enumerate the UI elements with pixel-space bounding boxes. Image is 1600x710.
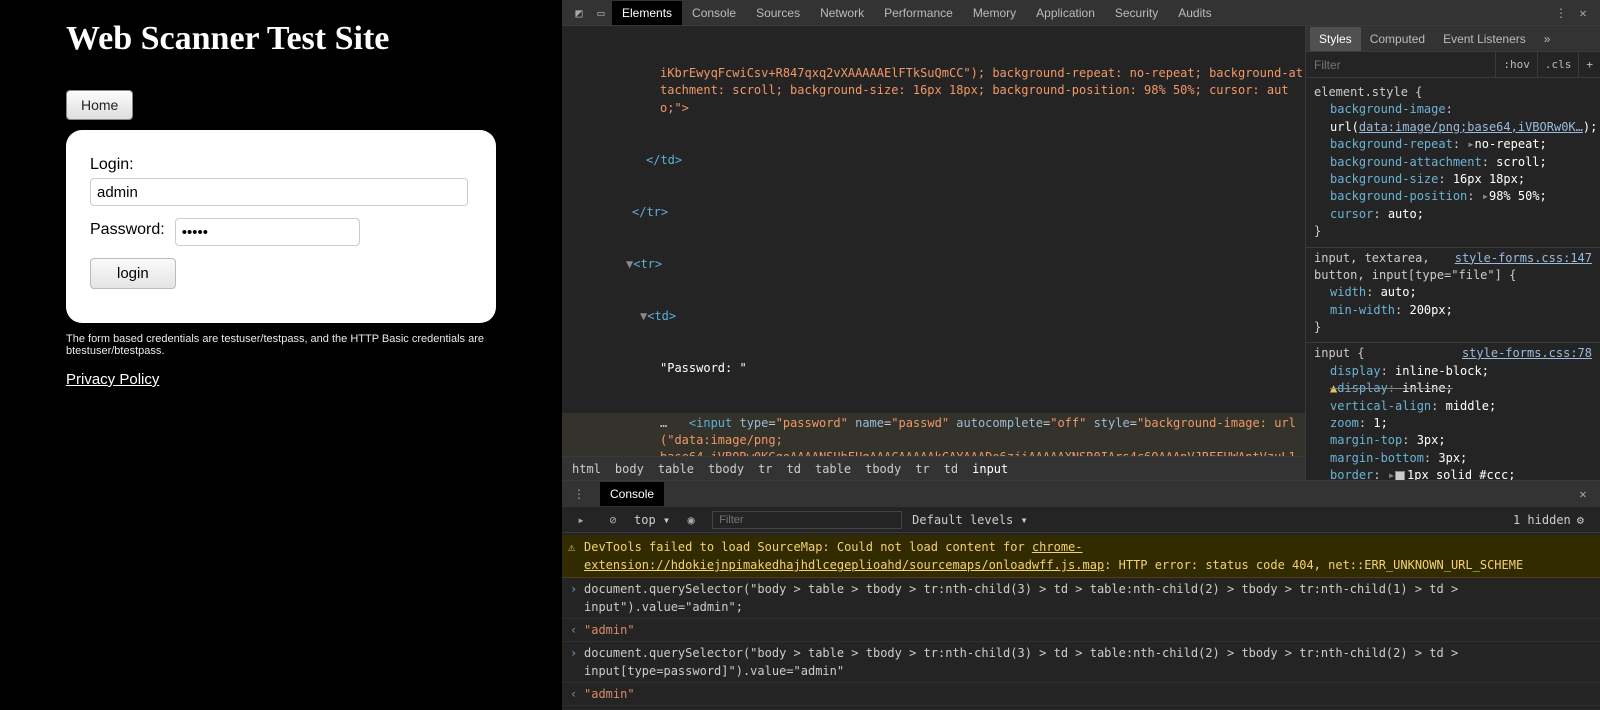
crumb[interactable]: tbody <box>708 462 744 476</box>
device-icon[interactable]: ▭ <box>590 2 612 24</box>
styles-body[interactable]: element.style {background-image: url(dat… <box>1306 78 1600 480</box>
console-drawer: ⋮ Console ✕ ▸ ⊘ top ▾ ◉ Default levels ▾… <box>562 480 1600 710</box>
console-input-line: document.querySelector("body > table > t… <box>562 578 1600 619</box>
crumb[interactable]: table <box>815 462 851 476</box>
dom-text: "Password: " <box>562 360 1305 377</box>
tab-network[interactable]: Network <box>810 1 874 25</box>
kebab-icon[interactable]: ⋮ <box>568 483 590 505</box>
drawer-tabstrip: ⋮ Console ✕ <box>562 481 1600 507</box>
dom-tag: </tr> <box>632 205 668 219</box>
styles-pane: Styles Computed Event Listeners » :hov .… <box>1306 26 1600 480</box>
new-rule-button[interactable]: + <box>1578 52 1600 77</box>
console-input-line: document.querySelector("body > table > t… <box>562 642 1600 683</box>
tab-security[interactable]: Security <box>1105 1 1168 25</box>
styles-tabstrip: Styles Computed Event Listeners » <box>1306 26 1600 52</box>
console-output[interactable]: DevTools failed to load SourceMap: Could… <box>562 533 1600 710</box>
crumb[interactable]: tr <box>915 462 929 476</box>
console-toolbar: ▸ ⊘ top ▾ ◉ Default levels ▾ 1 hidden⚙ <box>562 507 1600 533</box>
login-card: Login: Password: login <box>66 130 496 323</box>
devtools-body: iKbrEwyqFcwiCsv+R847qxq2vXAAAAAElFTkSuQm… <box>562 26 1600 480</box>
close-icon[interactable]: ✕ <box>1572 2 1594 24</box>
rendered-page: Web Scanner Test Site Home Login: Passwo… <box>0 0 562 710</box>
tab-application[interactable]: Application <box>1026 1 1105 25</box>
crumb[interactable]: tr <box>758 462 772 476</box>
password-input[interactable] <box>175 218 360 246</box>
login-label: Login: <box>90 156 472 174</box>
tab-performance[interactable]: Performance <box>874 1 963 25</box>
styles-filter-input[interactable] <box>1306 52 1495 77</box>
dom-tree[interactable]: iKbrEwyqFcwiCsv+R847qxq2vXAAAAAElFTkSuQm… <box>562 26 1305 456</box>
tab-memory[interactable]: Memory <box>963 1 1026 25</box>
console-warning: DevTools failed to load SourceMap: Could… <box>562 535 1600 578</box>
home-button[interactable]: Home <box>66 90 133 120</box>
styles-filter-bar: :hov .cls + <box>1306 52 1600 78</box>
login-submit-button[interactable]: login <box>90 258 176 289</box>
privacy-link[interactable]: Privacy Policy <box>66 371 159 388</box>
devtools-tabstrip: ◩ ▭ Elements Console Sources Network Per… <box>562 0 1600 26</box>
tab-sources[interactable]: Sources <box>746 1 810 25</box>
crumb[interactable]: td <box>944 462 958 476</box>
context-select[interactable]: top ▾ <box>634 513 670 527</box>
dom-tag: <tr> <box>633 257 662 271</box>
dom-tag: </td> <box>646 153 682 167</box>
live-expression-icon[interactable]: ◉ <box>680 509 702 531</box>
page-title: Web Scanner Test Site <box>66 20 562 58</box>
dom-tag: <td> <box>647 309 676 323</box>
dom-pane: iKbrEwyqFcwiCsv+R847qxq2vXAAAAAElFTkSuQm… <box>562 26 1306 480</box>
console-prompt[interactable] <box>562 706 1600 710</box>
crumb[interactable]: td <box>787 462 801 476</box>
hov-toggle[interactable]: :hov <box>1495 52 1537 77</box>
close-drawer-icon[interactable]: ✕ <box>1572 483 1594 505</box>
console-output-line: "admin" <box>562 619 1600 642</box>
dom-breadcrumb: html body table tbody tr td table tbody … <box>562 456 1305 480</box>
crumb[interactable]: html <box>572 462 601 476</box>
password-label: Password: <box>90 221 165 239</box>
tab-elements[interactable]: Elements <box>612 1 682 25</box>
cls-toggle[interactable]: .cls <box>1537 52 1579 77</box>
dom-text: iKbrEwyqFcwiCsv+R847qxq2vXAAAAAElFTkSuQm… <box>660 66 1303 115</box>
inspect-icon[interactable]: ◩ <box>568 2 590 24</box>
tab-console[interactable]: Console <box>682 1 746 25</box>
crumb[interactable]: body <box>615 462 644 476</box>
crumb[interactable]: table <box>658 462 694 476</box>
crumb[interactable]: tbody <box>865 462 901 476</box>
sidebar-toggle-icon[interactable]: ▸ <box>570 509 592 531</box>
console-filter-input[interactable] <box>712 511 902 529</box>
crumb[interactable]: input <box>972 462 1008 476</box>
console-output-line: "admin" <box>562 683 1600 706</box>
login-input[interactable] <box>90 178 468 206</box>
credentials-hint: The form based credentials are testuser/… <box>66 333 496 357</box>
styles-tab-listeners[interactable]: Event Listeners <box>1434 27 1535 51</box>
levels-select[interactable]: Default levels ▾ <box>912 513 1028 527</box>
clear-console-icon[interactable]: ⊘ <box>602 509 624 531</box>
gear-icon[interactable]: ⚙ <box>1577 513 1584 527</box>
styles-tab-computed[interactable]: Computed <box>1361 27 1434 51</box>
devtools: ◩ ▭ Elements Console Sources Network Per… <box>562 0 1600 710</box>
tab-audits[interactable]: Audits <box>1168 1 1221 25</box>
kebab-icon[interactable]: ⋮ <box>1550 2 1572 24</box>
hidden-count[interactable]: 1 hidden⚙ <box>1505 513 1592 527</box>
selected-node[interactable]: … <input type="password" name="passwd" a… <box>562 413 1305 456</box>
drawer-tab-console[interactable]: Console <box>600 482 664 506</box>
styles-tab-styles[interactable]: Styles <box>1310 27 1361 51</box>
more-tabs-icon[interactable]: » <box>1535 27 1560 51</box>
